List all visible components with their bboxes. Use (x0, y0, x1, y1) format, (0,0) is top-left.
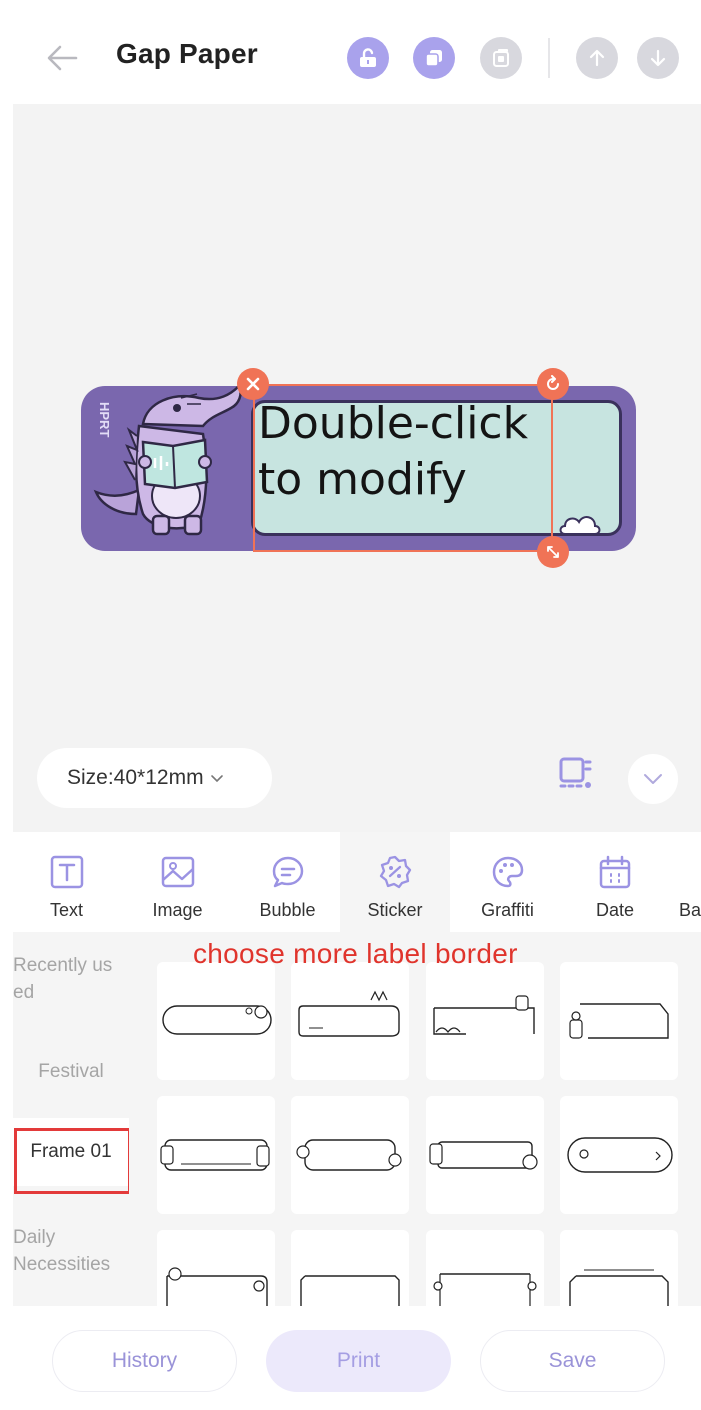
text-line-1: Double-click (258, 398, 529, 449)
sticker-tile[interactable] (291, 1096, 409, 1214)
copy-button[interactable] (413, 37, 455, 79)
back-arrow-icon[interactable] (42, 38, 82, 78)
page-title: Gap Paper (116, 38, 258, 69)
arrow-down-icon (650, 49, 666, 67)
history-button[interactable]: History (52, 1330, 237, 1392)
fit-icon (559, 757, 592, 788)
layer-down-button[interactable] (637, 37, 679, 79)
unlock-icon (360, 48, 376, 67)
top-bar: Gap Paper (0, 0, 701, 110)
sticker-tile[interactable] (426, 1096, 544, 1214)
design-canvas[interactable]: HPRT Double-click to modify Size:40*12mm (13, 104, 701, 832)
bottom-bar: History Print Save (0, 1306, 701, 1410)
frame-sticker-icon (569, 1269, 669, 1306)
paste-button[interactable] (480, 37, 522, 79)
rotate-handle[interactable] (537, 368, 569, 400)
app-screen: Gap Paper HPRT Double-click to modify Si… (0, 0, 701, 1410)
category-list: Recently us ed Festival Frame 01 Daily N… (13, 932, 129, 1306)
sticker-tile[interactable] (560, 1096, 678, 1214)
tool-sticker[interactable]: Sticker (340, 832, 450, 932)
frame-sticker-icon (300, 1275, 400, 1306)
sticker-tile[interactable] (291, 962, 409, 1080)
tool-barcode[interactable]: Ba (665, 832, 701, 932)
category-festival[interactable]: Festival (13, 1024, 129, 1116)
fit-canvas-button[interactable] (555, 754, 595, 794)
frame-sticker-icon (166, 1267, 268, 1306)
resize-handle[interactable] (537, 536, 569, 568)
resize-icon (547, 546, 559, 558)
frame-sticker-icon (298, 990, 400, 1037)
tool-image[interactable]: Image (120, 832, 235, 932)
sticker-tile[interactable] (157, 962, 275, 1080)
sticker-tile[interactable] (560, 1230, 678, 1306)
frame-sticker-icon (567, 1137, 673, 1173)
category-recently-used[interactable]: Recently us ed (13, 952, 129, 1032)
sticker-tile[interactable] (560, 962, 678, 1080)
collapse-button[interactable] (628, 754, 678, 804)
save-button[interactable]: Save (480, 1330, 665, 1392)
text-line-2: to modify (258, 454, 467, 505)
sticker-tile[interactable] (426, 1230, 544, 1306)
close-icon (246, 377, 260, 391)
annotation-text: choose more label border (193, 938, 518, 969)
highlight-box (14, 1128, 131, 1194)
tool-date[interactable]: Date (565, 832, 665, 932)
size-selector[interactable]: Size:40*12mm (37, 748, 272, 808)
delete-handle[interactable] (237, 368, 269, 400)
tool-text[interactable]: Text (13, 832, 120, 932)
frame-sticker-icon (433, 1273, 537, 1306)
tool-label: Bubble (259, 900, 316, 920)
rotate-icon (547, 375, 559, 390)
tool-graffiti[interactable]: Graffiti (450, 832, 565, 932)
sticker-tile[interactable] (426, 962, 544, 1080)
sticker-tile[interactable] (291, 1230, 409, 1306)
size-label: Size:40*12mm (67, 766, 204, 789)
tool-label: Text (49, 900, 83, 920)
frame-sticker-icon (433, 995, 535, 1035)
paste-icon (493, 49, 509, 67)
palette-icon (492, 856, 523, 888)
print-button[interactable]: Print (266, 1330, 451, 1392)
text-element[interactable]: Double-click to modify (258, 396, 558, 508)
element-toolbar: Text Image Bubble Sticker Graffiti Date … (13, 832, 701, 932)
bubble-icon (272, 856, 303, 888)
frame-sticker-icon (429, 1141, 538, 1170)
tool-label: Ba (679, 900, 701, 920)
tool-label: Graffiti (481, 900, 534, 920)
tool-label: Date (595, 900, 635, 920)
image-icon (161, 856, 194, 888)
category-daily-necessities[interactable]: Daily Necessities (13, 1224, 129, 1306)
sticker-tile[interactable] (157, 1096, 275, 1214)
chevron-down-icon (210, 766, 224, 790)
chevron-down-icon (644, 774, 662, 784)
sticker-icon (379, 855, 412, 889)
unlock-button[interactable] (347, 37, 389, 79)
crocodile-illustration (93, 383, 242, 536)
frame-sticker-icon (162, 1005, 272, 1035)
layer-up-button[interactable] (576, 37, 618, 79)
tool-label: Image (152, 900, 203, 920)
sticker-tile[interactable] (157, 1230, 275, 1306)
tool-label: Sticker (367, 900, 423, 920)
tool-bubble[interactable]: Bubble (235, 832, 340, 932)
frame-sticker-icon (296, 1139, 402, 1171)
frame-sticker-icon (160, 1139, 270, 1171)
frame-sticker-icon (569, 1003, 669, 1039)
calendar-icon (599, 855, 631, 889)
copy-icon (425, 50, 442, 67)
text-icon (50, 855, 83, 889)
arrow-up-icon (589, 49, 605, 67)
cloud-decoration (559, 516, 601, 535)
header-divider (548, 38, 550, 78)
